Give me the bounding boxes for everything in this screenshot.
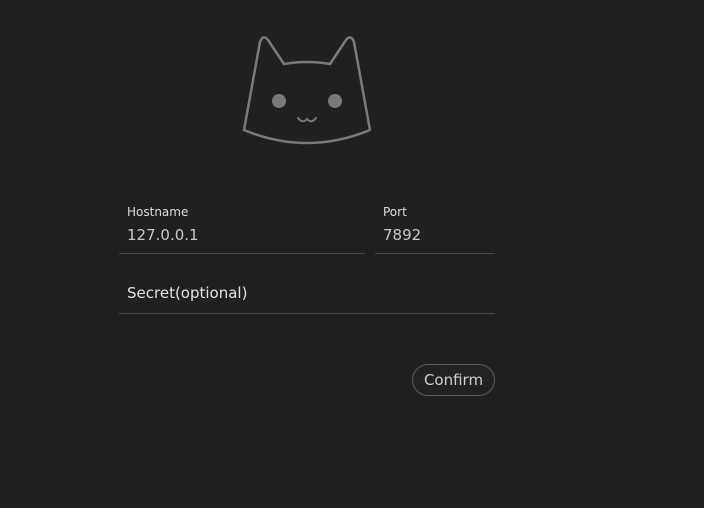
cat-left-eye	[272, 94, 286, 108]
cat-logo	[241, 34, 373, 148]
cat-right-eye	[328, 94, 342, 108]
port-label: Port	[383, 205, 407, 219]
secret-input[interactable]: Secret(optional)	[127, 284, 247, 302]
hostname-label: Hostname	[127, 205, 189, 219]
hostname-field[interactable]: Hostname 127.0.0.1	[119, 205, 365, 254]
cat-face-icon	[242, 36, 372, 145]
port-input[interactable]: 7892	[383, 226, 421, 244]
secret-field[interactable]: Secret(optional)	[119, 280, 495, 314]
hostname-input[interactable]: 127.0.0.1	[127, 226, 199, 244]
port-field[interactable]: Port 7892	[375, 205, 495, 254]
confirm-button[interactable]: Confirm	[412, 364, 495, 396]
connection-setup-screen: Hostname 127.0.0.1 Port 7892 Secret(opti…	[0, 0, 704, 508]
